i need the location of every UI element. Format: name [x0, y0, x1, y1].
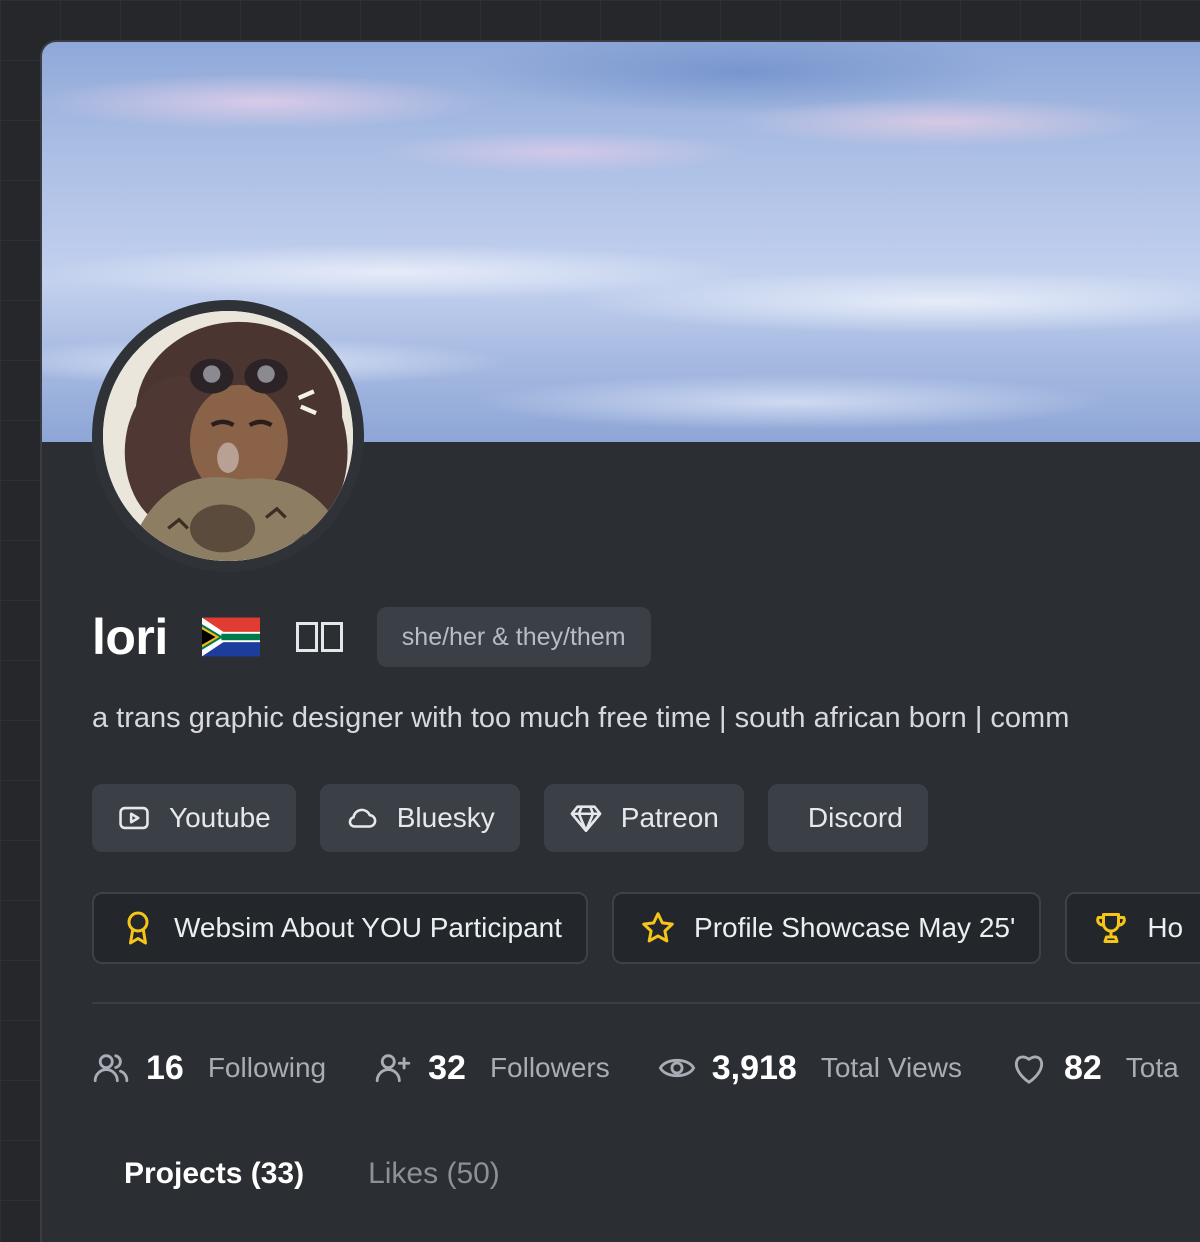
- stat-total-views: 3,918 Total Views: [658, 1049, 962, 1088]
- patreon-link-button[interactable]: Patreon: [543, 784, 744, 852]
- missing-emoji-glyphs: [295, 622, 343, 652]
- following-count: 16: [146, 1048, 184, 1087]
- profile-header: lori she/her & they/them: [92, 607, 651, 667]
- tab-likes[interactable]: Likes (50): [368, 1157, 500, 1191]
- badge-label: Websim About YOU Participant: [174, 912, 563, 943]
- south-africa-flag-icon: [201, 617, 260, 657]
- stat-following[interactable]: 16 Following: [92, 1049, 326, 1088]
- avatar[interactable]: [92, 300, 364, 572]
- profile-name: lori: [92, 609, 168, 665]
- following-label: Following: [207, 1052, 327, 1083]
- cloud-icon: [348, 808, 377, 828]
- section-divider: [92, 1002, 1200, 1004]
- followers-label: Followers: [489, 1052, 610, 1083]
- badge-trophy[interactable]: Ho: [1065, 892, 1200, 964]
- pronouns-badge: she/her & they/them: [376, 607, 651, 667]
- diamond-icon: [570, 805, 602, 833]
- patreon-link-label: Patreon: [620, 802, 719, 833]
- user-plus-icon: [375, 1054, 411, 1083]
- missing-glyph-icon: [320, 622, 343, 652]
- avatar-image: [103, 311, 353, 561]
- stat-followers[interactable]: 32 Followers: [374, 1049, 610, 1088]
- bluesky-link-button[interactable]: Bluesky: [319, 784, 520, 852]
- eye-icon: [658, 1058, 695, 1078]
- total-views-count: 3,918: [711, 1048, 797, 1087]
- badge-websim-about-you[interactable]: Websim About YOU Participant: [92, 892, 589, 964]
- profile-tabs: Projects (33) Likes (50): [124, 1157, 500, 1191]
- award-ribbon-icon: [127, 911, 149, 945]
- followers-count: 32: [428, 1048, 466, 1087]
- profile-card: lori she/her & they/them a trans graphic…: [40, 40, 1200, 1242]
- trophy-icon: [1096, 913, 1127, 943]
- bluesky-link-label: Bluesky: [396, 802, 495, 833]
- star-icon: [642, 912, 674, 943]
- badge-profile-showcase[interactable]: Profile Showcase May 25': [612, 892, 1042, 964]
- total-views-label: Total Views: [820, 1052, 962, 1083]
- youtube-link-label: Youtube: [169, 802, 271, 833]
- discord-link-label: Discord: [807, 802, 903, 833]
- achievement-badges: Websim About YOU Participant Profile Sho…: [92, 892, 1200, 964]
- tab-projects[interactable]: Projects (33): [124, 1157, 304, 1191]
- badge-label: Ho: [1147, 912, 1184, 943]
- stat-total-likes: 82 Tota: [1010, 1049, 1179, 1088]
- social-links: Youtube Bluesky Patreon Discord: [92, 784, 928, 852]
- badge-label: Profile Showcase May 25': [694, 912, 1016, 943]
- discord-link-button[interactable]: Discord: [767, 784, 928, 852]
- total-likes-count: 82: [1063, 1048, 1102, 1087]
- profile-bio: a trans graphic designer with too much f…: [92, 702, 1070, 734]
- users-icon: [93, 1054, 129, 1083]
- heart-icon: [1015, 1055, 1043, 1084]
- profile-stats: 16 Following 32 Followers 3,918 Total Vi…: [92, 1042, 1200, 1094]
- youtube-link-button[interactable]: Youtube: [92, 784, 296, 852]
- youtube-icon: [119, 806, 149, 830]
- missing-glyph-icon: [295, 622, 318, 652]
- total-likes-label: Tota: [1125, 1052, 1179, 1083]
